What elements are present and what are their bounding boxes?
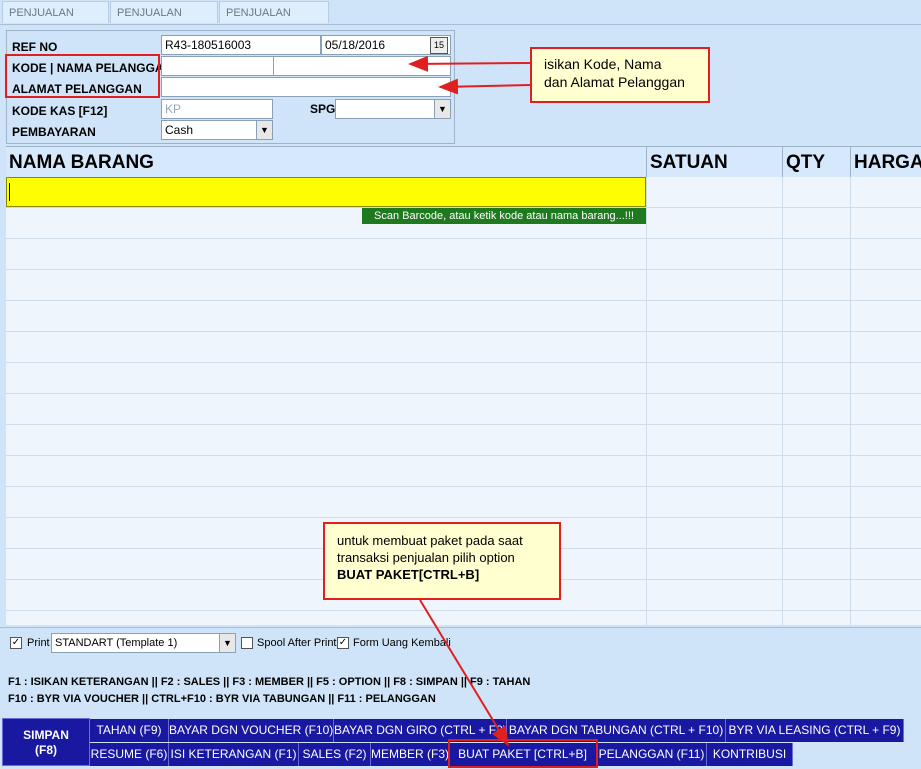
annotation-arrows (408, 55, 531, 747)
arrow-to-buat-paket (419, 599, 510, 747)
arrow-to-alamat-field (438, 78, 531, 95)
arrow-to-nama-field (408, 55, 531, 72)
